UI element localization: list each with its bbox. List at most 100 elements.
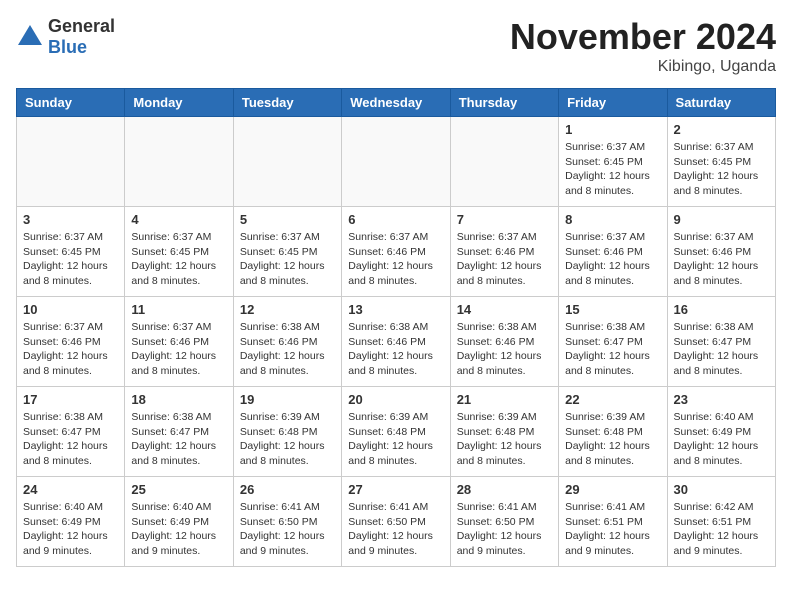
day-info: Sunrise: 6:39 AM Sunset: 6:48 PM Dayligh… [240, 410, 335, 469]
week-row-5: 24 Sunrise: 6:40 AM Sunset: 6:49 PM Dayli… [17, 477, 776, 567]
calendar-cell: 12Sunrise: 6:38 AM Sunset: 6:46 PM Dayli… [233, 297, 341, 387]
calendar-cell: 3 Sunrise: 6:37 AM Sunset: 6:45 PM Daylig… [17, 207, 125, 297]
day-number: 3 [23, 212, 118, 227]
day-number: 20 [348, 392, 443, 407]
day-number: 25 [131, 482, 226, 497]
calendar-cell [233, 117, 341, 207]
weekday-header-saturday: Saturday [667, 89, 775, 117]
day-info: Sunrise: 6:38 AM Sunset: 6:46 PM Dayligh… [348, 320, 443, 379]
day-info: Sunrise: 6:41 AM Sunset: 6:50 PM Dayligh… [240, 500, 335, 559]
day-info: Sunrise: 6:37 AM Sunset: 6:46 PM Dayligh… [457, 230, 552, 289]
calendar-cell: 4Sunrise: 6:37 AM Sunset: 6:45 PM Daylig… [125, 207, 233, 297]
calendar-table: SundayMondayTuesdayWednesdayThursdayFrid… [16, 88, 776, 567]
day-number: 14 [457, 302, 552, 317]
weekday-header-thursday: Thursday [450, 89, 558, 117]
calendar-cell: 17Sunrise: 6:38 AM Sunset: 6:47 PM Dayli… [17, 387, 125, 477]
logo-general: General [48, 16, 115, 36]
day-number: 22 [565, 392, 660, 407]
day-info: Sunrise: 6:39 AM Sunset: 6:48 PM Dayligh… [457, 410, 552, 469]
day-info: Sunrise: 6:37 AM Sunset: 6:46 PM Dayligh… [131, 320, 226, 379]
calendar-cell: 23 Sunrise: 6:40 AM Sunset: 6:49 PM Dayli… [667, 387, 775, 477]
calendar-cell: 29 Sunrise: 6:41 AM Sunset: 6:51 PM Dayli… [559, 477, 667, 567]
day-info: Sunrise: 6:37 AM Sunset: 6:46 PM Dayligh… [565, 230, 660, 289]
calendar-cell: 2Sunrise: 6:37 AM Sunset: 6:45 PM Daylig… [667, 117, 775, 207]
day-info: Sunrise: 6:39 AM Sunset: 6:48 PM Dayligh… [565, 410, 660, 469]
week-row-2: 3 Sunrise: 6:37 AM Sunset: 6:45 PM Daylig… [17, 207, 776, 297]
calendar-cell: 7 Sunrise: 6:37 AM Sunset: 6:46 PM Daylig… [450, 207, 558, 297]
calendar-cell: 24 Sunrise: 6:40 AM Sunset: 6:49 PM Dayli… [17, 477, 125, 567]
calendar-cell: 5 Sunrise: 6:37 AM Sunset: 6:45 PM Daylig… [233, 207, 341, 297]
calendar-cell: 9 Sunrise: 6:37 AM Sunset: 6:46 PM Daylig… [667, 207, 775, 297]
day-info: Sunrise: 6:40 AM Sunset: 6:49 PM Dayligh… [674, 410, 769, 469]
weekday-header-friday: Friday [559, 89, 667, 117]
logo-blue: Blue [48, 37, 87, 57]
day-number: 28 [457, 482, 552, 497]
day-number: 29 [565, 482, 660, 497]
calendar-cell [450, 117, 558, 207]
day-number: 30 [674, 482, 769, 497]
calendar-cell: 25 Sunrise: 6:40 AM Sunset: 6:49 PM Dayli… [125, 477, 233, 567]
day-number: 23 [674, 392, 769, 407]
day-number: 2 [674, 122, 769, 137]
calendar-cell: 21 Sunrise: 6:39 AM Sunset: 6:48 PM Dayli… [450, 387, 558, 477]
day-number: 11 [131, 302, 226, 317]
day-info: Sunrise: 6:38 AM Sunset: 6:47 PM Dayligh… [674, 320, 769, 379]
day-info: Sunrise: 6:41 AM Sunset: 6:50 PM Dayligh… [457, 500, 552, 559]
calendar-cell: 28 Sunrise: 6:41 AM Sunset: 6:50 PM Dayli… [450, 477, 558, 567]
day-info: Sunrise: 6:41 AM Sunset: 6:51 PM Dayligh… [565, 500, 660, 559]
day-number: 17 [23, 392, 118, 407]
day-info: Sunrise: 6:39 AM Sunset: 6:48 PM Dayligh… [348, 410, 443, 469]
calendar-cell: 14 Sunrise: 6:38 AM Sunset: 6:46 PM Dayli… [450, 297, 558, 387]
day-number: 10 [23, 302, 118, 317]
day-number: 1 [565, 122, 660, 137]
calendar-cell: 8 Sunrise: 6:37 AM Sunset: 6:46 PM Daylig… [559, 207, 667, 297]
day-number: 24 [23, 482, 118, 497]
day-info: Sunrise: 6:38 AM Sunset: 6:46 PM Dayligh… [457, 320, 552, 379]
day-number: 16 [674, 302, 769, 317]
day-number: 9 [674, 212, 769, 227]
day-number: 13 [348, 302, 443, 317]
day-info: Sunrise: 6:37 AM Sunset: 6:45 PM Dayligh… [240, 230, 335, 289]
day-number: 5 [240, 212, 335, 227]
day-number: 8 [565, 212, 660, 227]
calendar-cell: 10 Sunrise: 6:37 AM Sunset: 6:46 PM Dayli… [17, 297, 125, 387]
day-info: Sunrise: 6:38 AM Sunset: 6:47 PM Dayligh… [565, 320, 660, 379]
day-info: Sunrise: 6:41 AM Sunset: 6:50 PM Dayligh… [348, 500, 443, 559]
day-number: 19 [240, 392, 335, 407]
title-section: November 2024 Kibingo, Uganda [510, 16, 776, 76]
calendar-cell: 15 Sunrise: 6:38 AM Sunset: 6:47 PM Dayli… [559, 297, 667, 387]
day-number: 18 [131, 392, 226, 407]
calendar-cell [342, 117, 450, 207]
day-number: 15 [565, 302, 660, 317]
day-info: Sunrise: 6:37 AM Sunset: 6:45 PM Dayligh… [23, 230, 118, 289]
weekday-header-row: SundayMondayTuesdayWednesdayThursdayFrid… [17, 89, 776, 117]
day-info: Sunrise: 6:40 AM Sunset: 6:49 PM Dayligh… [131, 500, 226, 559]
day-info: Sunrise: 6:37 AM Sunset: 6:45 PM Dayligh… [565, 140, 660, 199]
calendar-cell: 30 Sunrise: 6:42 AM Sunset: 6:51 PM Dayli… [667, 477, 775, 567]
calendar-cell: 20 Sunrise: 6:39 AM Sunset: 6:48 PM Dayli… [342, 387, 450, 477]
day-info: Sunrise: 6:37 AM Sunset: 6:46 PM Dayligh… [23, 320, 118, 379]
weekday-header-tuesday: Tuesday [233, 89, 341, 117]
page-header: General Blue November 2024 Kibingo, Ugan… [16, 16, 776, 76]
logo-icon [16, 23, 44, 51]
day-number: 27 [348, 482, 443, 497]
day-number: 21 [457, 392, 552, 407]
week-row-3: 10 Sunrise: 6:37 AM Sunset: 6:46 PM Dayli… [17, 297, 776, 387]
day-info: Sunrise: 6:37 AM Sunset: 6:46 PM Dayligh… [674, 230, 769, 289]
calendar-cell: 19 Sunrise: 6:39 AM Sunset: 6:48 PM Dayli… [233, 387, 341, 477]
week-row-4: 17Sunrise: 6:38 AM Sunset: 6:47 PM Dayli… [17, 387, 776, 477]
day-info: Sunrise: 6:42 AM Sunset: 6:51 PM Dayligh… [674, 500, 769, 559]
day-number: 6 [348, 212, 443, 227]
day-number: 7 [457, 212, 552, 227]
calendar-cell [17, 117, 125, 207]
logo: General Blue [16, 16, 115, 58]
day-info: Sunrise: 6:40 AM Sunset: 6:49 PM Dayligh… [23, 500, 118, 559]
calendar-cell: 16 Sunrise: 6:38 AM Sunset: 6:47 PM Dayli… [667, 297, 775, 387]
day-info: Sunrise: 6:37 AM Sunset: 6:46 PM Dayligh… [348, 230, 443, 289]
calendar-cell: 26Sunrise: 6:41 AM Sunset: 6:50 PM Dayli… [233, 477, 341, 567]
week-row-1: 1 Sunrise: 6:37 AM Sunset: 6:45 PM Daylig… [17, 117, 776, 207]
weekday-header-wednesday: Wednesday [342, 89, 450, 117]
day-info: Sunrise: 6:37 AM Sunset: 6:45 PM Dayligh… [131, 230, 226, 289]
calendar-cell: 6 Sunrise: 6:37 AM Sunset: 6:46 PM Daylig… [342, 207, 450, 297]
month-year-title: November 2024 [510, 16, 776, 58]
